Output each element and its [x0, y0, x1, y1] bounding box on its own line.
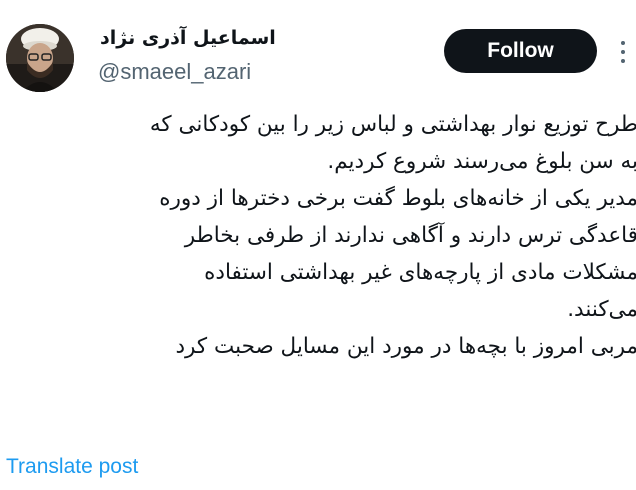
more-options-icon[interactable] [621, 41, 627, 63]
profile-photo-icon [6, 24, 74, 92]
translate-post-link[interactable]: Translate post [6, 452, 138, 482]
author-handle[interactable]: @smaeel_azari [98, 57, 251, 87]
post-line: طرح توزیع نوار بهداشتی و لباس زیر را بین… [149, 112, 636, 137]
avatar[interactable] [6, 24, 74, 92]
post-text: طرح توزیع نوار بهداشتی و لباس زیر را بین… [0, 106, 636, 365]
post-line: مدیر یکی از خانه‌های بلوط گفت برخی دختره… [159, 186, 636, 211]
follow-button[interactable]: Follow [444, 29, 597, 73]
post-line: می‌کنند. [567, 297, 636, 322]
post-line: مربی امروز با بچه‌ها در مورد این مسایل ص… [175, 334, 636, 359]
author-display-name[interactable]: اسماعیل آذری نژاد [100, 24, 292, 52]
post-line: به سن بلوغ می‌رسند شروع کردیم. [327, 149, 636, 174]
post-line: قاعدگی ترس دارند و آگاهی ندارند از طرفی … [184, 223, 636, 248]
post-line: مشکلات مادی از پارچه‌های غیر بهداشتی است… [204, 260, 636, 285]
